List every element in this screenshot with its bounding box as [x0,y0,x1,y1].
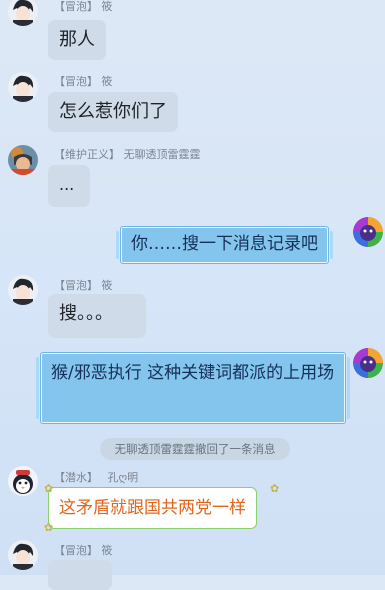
avatar-self[interactable] [353,348,383,378]
avatar-xiao[interactable] [8,72,38,102]
member-level-tag: 【潜水】 [54,471,98,484]
message-meta: 【维护正义】 无聊透顶雷霆霆 [54,146,201,162]
avatar-xiao[interactable] [8,0,38,26]
message-meta: 【冒泡】 筱 [54,277,113,293]
member-level-tag: 【冒泡】 [54,279,98,292]
leaf-decoration-icon: ✿ [44,521,54,534]
sender-name: 无聊透顶雷霆霆 [123,148,201,161]
member-level-tag: 【维护正义】 [54,148,120,161]
sender-name: 筱 [101,75,113,88]
avatar-weihu[interactable] [8,145,38,175]
message-meta: 【潜水】 孔ღ明 [54,469,138,485]
sender-name: 筱 [101,0,113,13]
message-meta: 【冒泡】 筱 [54,542,113,558]
member-level-tag: 【冒泡】 [54,544,98,557]
sender-name: 筱 [101,279,113,292]
avatar-kongming[interactable] [8,466,38,496]
message-bubble-decorated[interactable]: 这矛盾就跟国共两党一样 [48,487,257,529]
message-bubble[interactable]: ... [48,165,90,207]
sender-name: 孔ღ明 [107,471,139,484]
member-level-tag: 【冒泡】 [54,0,98,13]
avatar-self[interactable] [353,217,383,247]
leaf-decoration-icon: ✿ [270,482,280,495]
member-level-tag: 【冒泡】 [54,75,98,88]
sender-name: 筱 [101,544,113,557]
message-bubble[interactable] [48,560,112,590]
message-meta: 【冒泡】 筱 [54,73,113,89]
leaf-decoration-icon: ✿ [44,482,54,495]
message-bubble[interactable]: 搜。。。 [48,294,146,338]
recall-notice: 无聊透顶雷霆霆撤回了一条消息 [100,438,290,460]
message-bubble-self[interactable]: 猴/邪恶执行 这种关键词都派的上用场 [36,352,350,424]
message-bubble[interactable]: 那人 [48,20,106,60]
message-bubble-self[interactable]: 你……搜一下消息记录吧 [116,226,333,264]
message-bubble[interactable]: 怎么惹你们了 [48,92,178,132]
avatar-xiao[interactable] [8,540,38,570]
message-meta: 【冒泡】 筱 [54,0,113,14]
avatar-xiao[interactable] [8,275,38,305]
